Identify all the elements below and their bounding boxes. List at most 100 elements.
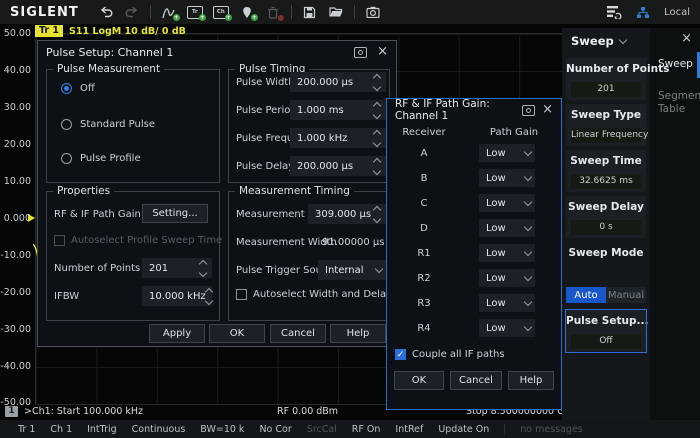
spin-up-icon[interactable] <box>373 129 381 137</box>
dialog-title: Pulse Setup: Channel 1 <box>46 46 173 59</box>
radio-off[interactable]: Off <box>61 83 95 94</box>
add-trace-icon[interactable]: + <box>156 2 182 22</box>
path-gain-dropdown-r1[interactable]: Low <box>479 244 535 262</box>
trace-settings-label: S11 LogM 10 dB/ 0 dB <box>69 26 186 37</box>
help-button[interactable]: Help <box>330 324 386 343</box>
disabled-badge <box>278 15 284 21</box>
path-gain-dropdown-r4[interactable]: Low <box>479 319 535 337</box>
path-gain-dropdown-c[interactable]: Low <box>479 194 535 212</box>
group-title: Pulse Measurement <box>53 63 164 75</box>
status-messages: no messages <box>520 424 583 435</box>
path-gain-dropdown-r3[interactable]: Low <box>479 294 535 312</box>
path-gain-dropdown-a[interactable]: Low <box>479 144 535 162</box>
y-axis-label: 10.00 <box>0 176 31 187</box>
sidebar-header[interactable]: Sweep <box>562 28 700 54</box>
delete-icon[interactable] <box>260 2 286 22</box>
preset-icon[interactable] <box>606 5 622 19</box>
status-trace: Tr 1 <box>18 424 35 435</box>
rf-power-label: RF 0.00 dBm <box>277 406 338 417</box>
sidebar-item-pulse-setup[interactable]: Pulse Setup... Off <box>566 310 646 352</box>
field-label: Pulse Delay <box>236 161 294 172</box>
spin-up-icon[interactable] <box>373 101 381 109</box>
spin-up-icon[interactable] <box>199 259 207 267</box>
path-gain-dropdown-d[interactable]: Low <box>479 219 535 237</box>
snapshot-icon[interactable] <box>354 47 367 58</box>
camera-icon[interactable] <box>360 2 386 22</box>
radio-pulse-profile[interactable]: Pulse Profile <box>61 153 141 164</box>
sidebar-item-sweep-time[interactable]: Sweep Time 32.6625 ms <box>566 150 646 192</box>
spin-down-icon[interactable] <box>373 166 381 174</box>
number-of-points-spinbox[interactable]: 201 <box>142 258 212 278</box>
spin-down-icon[interactable] <box>373 214 381 222</box>
plus-badge: + <box>225 14 232 21</box>
spin-up-icon[interactable] <box>204 287 212 295</box>
measurement-width-value: 91.00000 µs <box>322 237 384 248</box>
cancel-button[interactable]: Cancel <box>270 324 326 343</box>
chevron-down-icon <box>524 273 532 281</box>
y-axis-label: -20.00 <box>0 287 31 298</box>
plus-badge: + <box>251 14 258 21</box>
sidebar-item-sweep-delay[interactable]: Sweep Delay 0 s <box>566 196 646 238</box>
pulse-period-spinbox[interactable]: 1.000 ms <box>290 100 386 120</box>
couple-if-paths-checkbox[interactable]: ✓ Couple all IF paths <box>395 349 505 360</box>
field-label: RF & IF Path Gain <box>54 209 141 220</box>
close-icon[interactable]: × <box>377 47 388 57</box>
toggle-auto[interactable]: Auto <box>566 287 606 303</box>
path-gain-dropdown-r2[interactable]: Low <box>479 269 535 287</box>
redo-icon[interactable] <box>119 2 145 22</box>
status-reference: IntRef <box>395 424 423 435</box>
path-gain-dropdown-b[interactable]: Low <box>479 169 535 187</box>
sidebar-item-sweep-type[interactable]: Sweep Type Linear Frequency <box>566 104 646 146</box>
spin-down-icon[interactable] <box>199 268 207 276</box>
spin-down-icon[interactable] <box>373 138 381 146</box>
setting-button[interactable]: Setting... <box>142 204 208 223</box>
pulse-width-spinbox[interactable]: 200.000 µs <box>290 72 386 92</box>
spin-down-icon[interactable] <box>204 296 212 304</box>
pulse-delay-spinbox[interactable]: 200.000 µs <box>290 156 386 176</box>
status-trigger: IntTrig <box>87 424 117 435</box>
ifbw-spinbox[interactable]: 10.000 kHz <box>142 286 212 306</box>
radio-standard-pulse[interactable]: Standard Pulse <box>61 119 155 130</box>
apply-button[interactable]: Apply <box>149 324 205 343</box>
toolbar-separator <box>150 5 151 19</box>
help-button[interactable]: Help <box>508 371 554 390</box>
save-icon[interactable] <box>297 2 323 22</box>
undo-icon[interactable] <box>93 2 119 22</box>
add-trace-window-icon[interactable]: Tr + <box>182 2 208 22</box>
chevron-down-icon <box>524 323 532 331</box>
spin-up-icon[interactable] <box>373 157 381 165</box>
autoselect-profile-checkbox[interactable]: Autoselect Profile Sweep Time <box>54 235 222 246</box>
status-channel: Ch 1 <box>50 424 72 435</box>
chevron-down-icon <box>524 298 532 306</box>
radio-icon <box>61 119 72 130</box>
sidebar-item-number-of-points[interactable]: Number of Points 201 <box>566 58 646 100</box>
open-icon[interactable] <box>323 2 349 22</box>
network-icon[interactable] <box>636 6 650 19</box>
y-axis-label: 50.00 <box>0 28 31 39</box>
close-icon[interactable]: × <box>681 34 692 44</box>
spin-down-icon[interactable] <box>373 110 381 118</box>
pulse-frequency-spinbox[interactable]: 1.000 kHz <box>290 128 386 148</box>
receiver-label: R4 <box>399 323 449 334</box>
snapshot-icon[interactable] <box>522 105 535 116</box>
tab-segment-table[interactable]: Segment Table <box>658 90 698 116</box>
group-title: Properties <box>53 185 114 197</box>
sweep-mode-toggle: Auto Manual <box>566 287 646 303</box>
cancel-button[interactable]: Cancel <box>450 371 502 390</box>
trace-badge[interactable]: Tr 1 <box>35 25 63 37</box>
autoselect-width-delay-checkbox[interactable]: Autoselect Width and Delay <box>236 289 392 300</box>
add-channel-icon[interactable]: Ch + <box>208 2 234 22</box>
add-marker-icon[interactable]: + <box>234 2 260 22</box>
measurement-delay-spinbox[interactable]: 309.000 µs <box>308 204 386 224</box>
pulse-trigger-source-dropdown[interactable]: Internal <box>318 260 386 280</box>
toggle-manual[interactable]: Manual <box>606 287 646 303</box>
close-icon[interactable]: × <box>542 105 553 115</box>
spin-down-icon[interactable] <box>373 82 381 90</box>
dialog-titlebar: RF & IF Path Gain: Channel 1 × <box>387 99 561 121</box>
spin-up-icon[interactable] <box>373 205 381 213</box>
spin-up-icon[interactable] <box>373 73 381 81</box>
status-bar: Tr 1 Ch 1 IntTrig Continuous BW=10 k No … <box>0 420 700 438</box>
ok-button[interactable]: OK <box>209 324 265 343</box>
y-axis-label: 0.000 <box>0 213 31 224</box>
ok-button[interactable]: OK <box>394 371 444 390</box>
